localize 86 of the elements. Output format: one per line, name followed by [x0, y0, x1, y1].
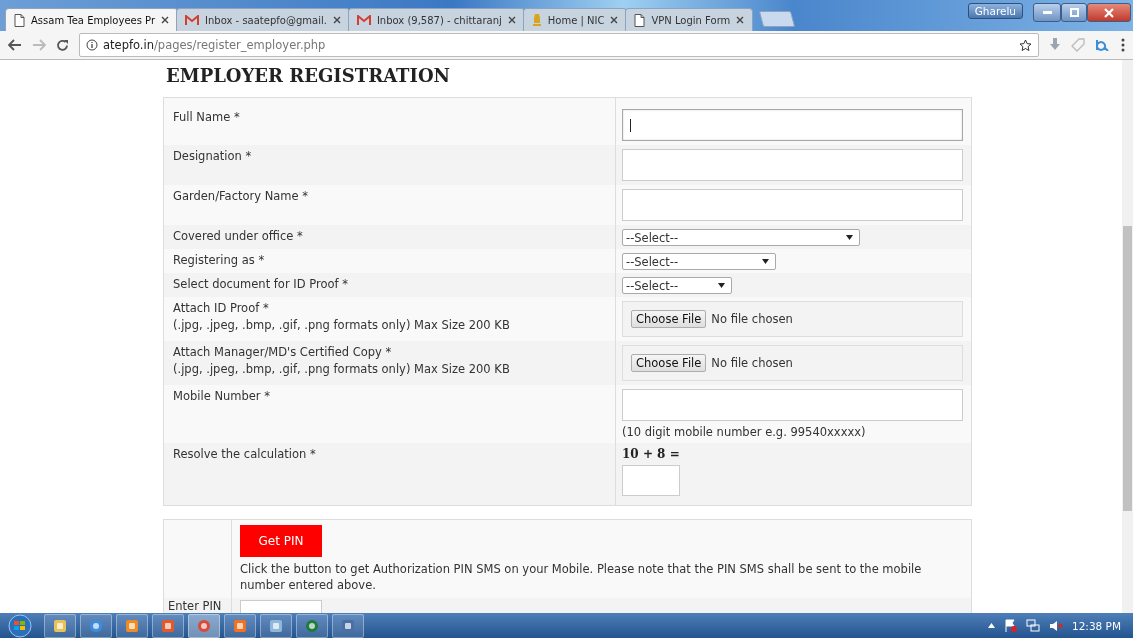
taskbar-app[interactable]	[44, 613, 76, 638]
square-app-icon	[232, 617, 248, 634]
maximize-icon	[1069, 8, 1079, 17]
browser-tab[interactable]: VPN Login Form	[625, 8, 754, 31]
field-label: Full Name *	[173, 110, 241, 124]
taskbar-app[interactable]	[80, 613, 112, 638]
tab-title: Home | NIC	[547, 14, 605, 26]
file-status: No file chosen	[711, 356, 793, 370]
network-icon[interactable]	[1026, 619, 1040, 632]
select-dropdown[interactable]: --Select--	[622, 253, 776, 270]
captcha-question: 10 + 8 =	[622, 447, 680, 461]
help-text: (10 digit mobile number e.g. 99540xxxxx)	[622, 425, 866, 439]
enter-pin-label: Enter PIN	[168, 599, 222, 613]
close-icon	[1104, 7, 1114, 18]
field-label: Mobile Number *	[173, 389, 271, 403]
close-icon[interactable]	[507, 16, 516, 24]
tab-title: Inbox - saatepfo@gmail.	[205, 14, 327, 26]
mail-icon	[185, 14, 200, 26]
pin-note: Click the button to get Authorization PIN SMS on your Mobile. Please note that the PIN SMS shall be sent to the mobile number entered above.	[240, 561, 923, 593]
start-button[interactable]	[6, 613, 34, 638]
scrollbar[interactable]	[1122, 60, 1133, 613]
choose-file-button[interactable]: Choose File	[631, 354, 707, 372]
url-text: atepfo.in/pages/register_employer.php	[103, 38, 326, 52]
scrollbar-thumb[interactable]	[1123, 226, 1132, 511]
page-icon	[634, 13, 646, 27]
field-label: Attach Manager/MD's Certified Copy *	[173, 345, 393, 359]
close-button[interactable]	[1087, 3, 1131, 22]
file-status: No file chosen	[711, 312, 793, 326]
browser-tab[interactable]: Assam Tea Employees Pr	[5, 8, 179, 31]
text-input[interactable]	[622, 189, 963, 221]
star-icon[interactable]	[1019, 38, 1032, 52]
field-label: Covered under office *	[173, 229, 304, 243]
close-icon[interactable]	[161, 16, 170, 24]
speaker-icon[interactable]	[1049, 619, 1063, 632]
get-pin-button[interactable]: Get PIN	[240, 525, 322, 557]
minimize-icon	[1042, 10, 1052, 15]
field-label: Registering as *	[173, 253, 266, 267]
extension-icon[interactable]	[1095, 39, 1111, 51]
taskbar-app[interactable]	[296, 613, 328, 638]
field-label: Garden/Factory Name *	[173, 189, 310, 203]
taskbar-app[interactable]	[224, 613, 256, 638]
browser-tab[interactable]: Inbox (9,587) - chittaranj	[347, 8, 525, 31]
chevron-up-icon[interactable]	[988, 623, 995, 628]
taskbar-app[interactable]	[188, 613, 220, 638]
browser-tab[interactable]: Inbox - saatepfo@gmail.	[176, 8, 350, 31]
field-label: Select document for ID Proof *	[173, 277, 349, 291]
close-icon[interactable]	[736, 16, 745, 24]
back-arrow-icon[interactable]	[8, 39, 22, 51]
choose-file-button[interactable]: Choose File	[631, 310, 707, 328]
field-hint: (.jpg, .jpeg, .bmp, .gif, .png formats only) Max Size 200 KB	[173, 318, 511, 332]
tab-title: VPN Login Form	[651, 14, 731, 26]
maximize-button[interactable]	[1061, 3, 1087, 22]
text-input[interactable]	[622, 389, 963, 421]
field-label: Resolve the calculation *	[173, 447, 317, 461]
select-dropdown[interactable]: --Select--	[622, 277, 732, 294]
reload-icon[interactable]	[56, 38, 69, 52]
tab-title: Inbox (9,587) - chittaranj	[376, 14, 502, 26]
new-tab-button[interactable]	[759, 11, 796, 27]
address-bar[interactable]: atepfo.in/pages/register_employer.php	[79, 33, 1039, 57]
text-input[interactable]	[622, 149, 963, 181]
close-icon[interactable]	[332, 16, 341, 24]
field-label: Attach ID Proof *	[173, 301, 270, 315]
field-label: Designation *	[173, 149, 253, 163]
taskbar-app[interactable]	[332, 613, 364, 638]
menu-icon[interactable]	[1121, 38, 1125, 52]
tab-title: Assam Tea Employees Pr	[31, 14, 156, 26]
dropdown-arrow-icon	[846, 235, 853, 240]
taskbar-app[interactable]	[116, 613, 148, 638]
field-hint: (.jpg, .jpeg, .bmp, .gif, .png formats only) Max Size 200 KB	[173, 362, 511, 376]
select-dropdown[interactable]: --Select--	[622, 229, 860, 246]
flag-icon[interactable]	[1004, 619, 1017, 632]
clock[interactable]: 12:38 PM	[1072, 619, 1121, 632]
page-title: EMPLOYER REGISTRATION	[166, 65, 452, 88]
dropdown-arrow-icon	[762, 259, 769, 264]
mail-icon	[356, 14, 371, 26]
taskbar-app[interactable]	[260, 613, 292, 638]
info-icon	[86, 39, 98, 51]
minimize-button[interactable]	[1033, 3, 1061, 22]
taskbar-app[interactable]	[152, 613, 184, 638]
dropdown-arrow-icon	[718, 283, 725, 288]
browser-tab[interactable]: Home | NIC	[522, 8, 628, 31]
text-input[interactable]	[622, 109, 963, 141]
download-icon[interactable]	[1049, 38, 1061, 52]
page-icon	[14, 13, 25, 27]
text-cursor	[630, 118, 631, 132]
close-icon[interactable]	[610, 16, 619, 24]
